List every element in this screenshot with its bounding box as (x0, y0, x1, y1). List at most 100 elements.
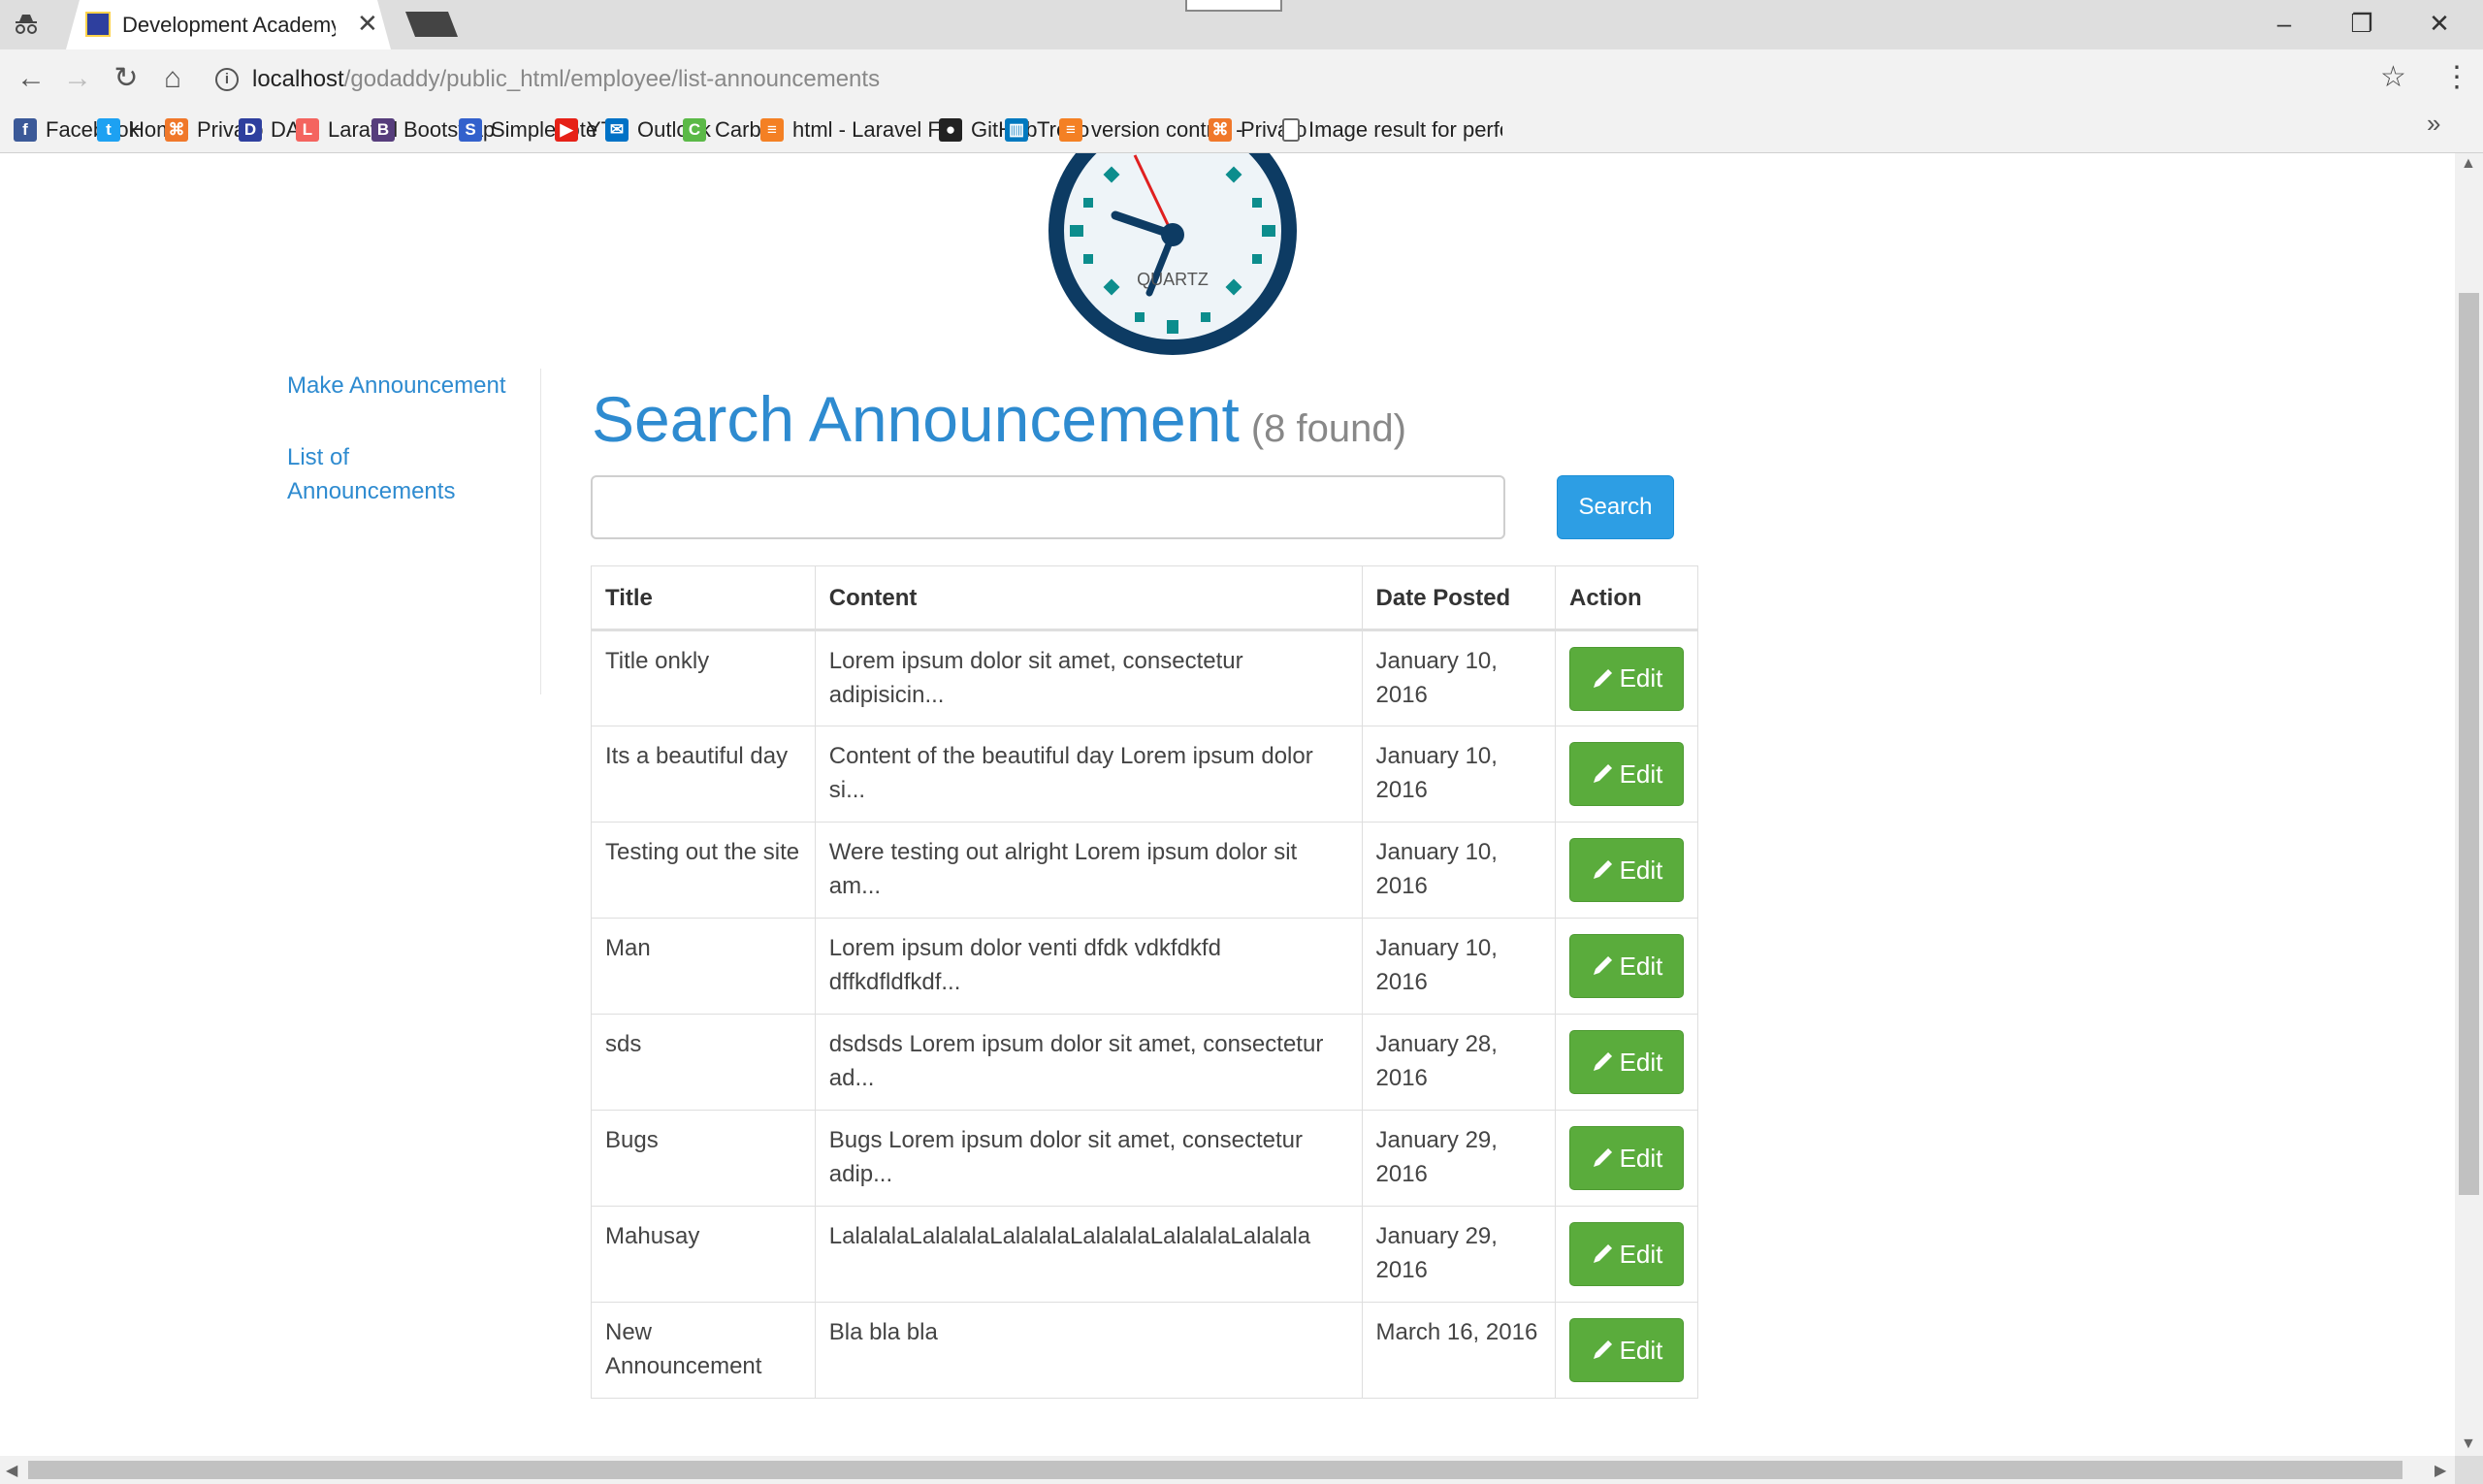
cell-date-posted: January 10, 2016 (1361, 822, 1556, 919)
trello-icon: ▥ (1005, 118, 1028, 142)
tab-strip: Development Academy of the Philippines ✕… (0, 0, 2483, 49)
cell-content: Bla bla bla (814, 1302, 1363, 1399)
tab-active[interactable]: Development Academy of the Philippines ✕ (66, 0, 391, 49)
bookmarks-overflow-icon[interactable]: » (2427, 109, 2440, 139)
restore-button[interactable]: ❐ (2333, 6, 2391, 41)
edit-button[interactable]: Edit (1568, 1318, 1684, 1382)
column-header-action: Action (1554, 565, 1699, 631)
cell-content: LalalalaLalalalaLalalalaLalalalaLalalala… (814, 1206, 1363, 1303)
page-icon (1282, 118, 1300, 142)
pencil-icon (1593, 1051, 1612, 1071)
laravel-icon: L (296, 118, 319, 142)
edit-button-label: Edit (1619, 1047, 1663, 1077)
column-header-date-posted: Date Posted (1361, 565, 1556, 631)
table-row: New Announcement Bla bla bla March 16, 201… (591, 1302, 1699, 1399)
scrollbar-corner (2455, 1456, 2483, 1484)
horizontal-scroll-thumb[interactable] (28, 1461, 2402, 1479)
bookmark-star-icon[interactable]: ☆ (2380, 60, 2406, 94)
cell-content: Content of the beautiful day Lorem ipsum… (814, 726, 1363, 823)
pencil-icon (1593, 1339, 1612, 1359)
scroll-right-icon[interactable]: ▶ (2435, 1461, 2446, 1480)
home-icon[interactable]: ⌂ (155, 61, 190, 96)
menu-icon[interactable]: ⋮ (2442, 60, 2471, 94)
edit-button[interactable]: Edit (1568, 742, 1684, 806)
page-title-text: Search Announcement (592, 383, 1240, 455)
edit-button[interactable]: Edit (1568, 1126, 1684, 1190)
reload-icon[interactable]: ↻ (109, 61, 144, 96)
minimize-button[interactable]: – (2255, 6, 2313, 41)
close-window-button[interactable]: ✕ (2410, 6, 2468, 41)
info-icon[interactable]: i (215, 68, 239, 91)
horizontal-scrollbar[interactable]: ◀ ▶ (0, 1456, 2455, 1484)
simplenote-icon: S (459, 118, 482, 142)
edit-button-label: Edit (1619, 758, 1663, 789)
drag-handle[interactable] (1185, 0, 1282, 12)
github-icon: ● (939, 118, 962, 142)
back-icon[interactable]: ← (14, 61, 48, 96)
scroll-down-icon[interactable]: ▼ (2461, 1436, 2476, 1453)
carbon-icon: C (683, 118, 706, 142)
tab-title: Development Academy of the Philippines (122, 13, 336, 37)
cell-action: Edit (1554, 822, 1699, 919)
dap-favicon-icon (85, 12, 111, 37)
page-title: Search Announcement (8 found) (592, 382, 1406, 456)
edit-button-label: Edit (1619, 1335, 1663, 1365)
cell-title: Testing out the site (591, 822, 816, 919)
table-row: sds dsdsds Lorem ipsum dolor sit amet, co… (591, 1014, 1699, 1111)
cell-content: Lorem ipsum dolor sit amet, consectetur … (814, 629, 1363, 726)
incognito-icon (16, 15, 37, 34)
sidebar: Make Announcement List of Announcements (287, 369, 541, 694)
sidebar-item-make-announcement[interactable]: Make Announcement (287, 369, 540, 403)
stackoverflow-icon: ≡ (1059, 118, 1082, 142)
bookmark-html-laravel-form-b[interactable]: ≡ html - Laravel Form b (760, 113, 962, 146)
cell-content: dsdsds Lorem ipsum dolor sit amet, conse… (814, 1014, 1363, 1111)
column-header-content: Content (814, 565, 1363, 631)
results-count: (8 found) (1250, 407, 1406, 450)
cell-title: New Announcement (591, 1302, 816, 1399)
edit-button[interactable]: Edit (1568, 934, 1684, 998)
scroll-left-icon[interactable]: ◀ (6, 1461, 17, 1480)
table-row: Title onkly Lorem ipsum dolor sit amet, c… (591, 629, 1699, 726)
cell-date-posted: March 16, 2016 (1361, 1302, 1556, 1399)
edit-button-label: Edit (1619, 1143, 1663, 1173)
edit-button[interactable]: Edit (1568, 646, 1684, 711)
cell-title: Man (591, 918, 816, 1015)
cell-content: Bugs Lorem ipsum dolor sit amet, consect… (814, 1110, 1363, 1207)
edit-button[interactable]: Edit (1568, 838, 1684, 902)
search-input[interactable] (591, 475, 1505, 539)
column-header-title: Title (591, 565, 816, 631)
cell-title: Bugs (591, 1110, 816, 1207)
vertical-scrollbar[interactable]: ▲ ▼ (2455, 153, 2483, 1456)
new-tab-button[interactable] (405, 12, 458, 37)
cell-title: sds (591, 1014, 816, 1111)
cell-content: Were testing out alright Lorem ipsum dol… (814, 822, 1363, 919)
bookmark-image-result-for-perfo[interactable]: Image result for perfo (1282, 113, 1502, 146)
cell-title: Its a beautiful day (591, 726, 816, 823)
tab-close-icon[interactable]: ✕ (357, 9, 378, 39)
sidebar-item-list-of-announcements[interactable]: List of Announcements (287, 440, 481, 508)
search-button[interactable]: Search (1557, 475, 1674, 539)
cell-date-posted: January 28, 2016 (1361, 1014, 1556, 1111)
pencil-icon (1593, 859, 1612, 879)
cell-content: Lorem ipsum dolor venti dfdk vdkfdkfd df… (814, 918, 1363, 1015)
clock-label: QUARTZ (1137, 270, 1209, 289)
forward-icon[interactable]: → (60, 61, 95, 96)
bookmarks-bar: f Facebook t Home ⌘ Privato D DAP L Laravel B Boots… (0, 108, 2483, 153)
table-row: Mahusay LalalalaLalalalaLalalalaLalalalaL… (591, 1206, 1699, 1303)
table-row: Man Lorem ipsum dolor venti dfdk vdkfdkfd… (591, 918, 1699, 1015)
url-text[interactable]: localhost/godaddy/public_html/employee/l… (252, 66, 880, 93)
edit-button-label: Edit (1619, 855, 1663, 885)
page-viewport: QUARTZ Make Announcement List of Announc… (0, 153, 2455, 1456)
edit-button[interactable]: Edit (1568, 1030, 1684, 1094)
address-bar[interactable]: i localhost/godaddy/public_html/employee… (204, 57, 2405, 102)
edit-button[interactable]: Edit (1568, 1222, 1684, 1286)
cell-date-posted: January 29, 2016 (1361, 1110, 1556, 1207)
cell-title: Title onkly (591, 629, 816, 726)
cell-action: Edit (1554, 1110, 1699, 1207)
cell-title: Mahusay (591, 1206, 816, 1303)
scroll-up-icon[interactable]: ▲ (2461, 155, 2476, 173)
cell-action: Edit (1554, 726, 1699, 823)
table-row: Bugs Bugs Lorem ipsum dolor sit amet, con… (591, 1110, 1699, 1207)
cell-action: Edit (1554, 629, 1699, 726)
vertical-scroll-thumb[interactable] (2459, 293, 2479, 1195)
